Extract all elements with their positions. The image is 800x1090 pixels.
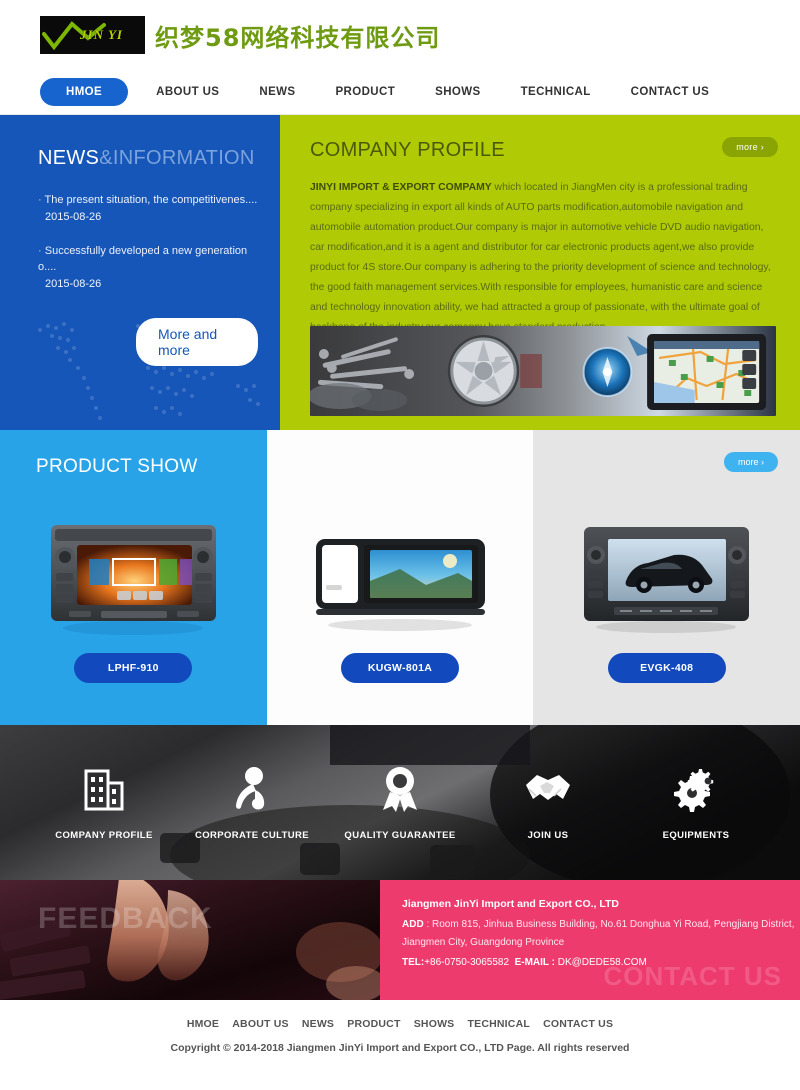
site-header: JIN YI 织梦58网络科技有限公司 [0,0,800,70]
nav-item-shows[interactable]: SHOWS [435,86,480,98]
footer-link-technical[interactable]: TECHNICAL [468,1018,530,1030]
footer-link-product[interactable]: PRODUCT [347,1018,400,1030]
keyboard-hand-photo [0,880,380,1000]
contact-company-name: Jiangmen JinYi Import and Export CO., LT… [402,898,620,910]
service-item-quality-guarantee[interactable]: QUALITY GUARANTEE [330,764,470,841]
contact-email-value[interactable]: DK@DEDE58.COM [558,957,647,968]
product-image [574,515,759,635]
product-image [308,515,493,635]
site-logo[interactable]: JIN YI 织梦58网络科技有限公司 [40,16,440,54]
nav-item-about-us[interactable]: ABOUT US [156,86,219,98]
product-card: KUGW-801A [266,430,534,725]
contact-panel: CONTACT US Jiangmen JinYi Import and Exp… [380,880,800,1000]
news-item-date: 2015-08-26 [45,278,102,290]
service-label: QUALITY GUARANTEE [344,830,456,841]
profile-banner-image [310,326,776,416]
footer-link-about-us[interactable]: ABOUT US [232,1018,288,1030]
contact-tel-email: TEL:+86-0750-3065582 E-MAIL : DK@DEDE58.… [402,957,800,968]
news-item-date: 2015-08-26 [45,211,102,223]
news-heading-main: NEWS [38,147,100,169]
service-item-join-us[interactable]: JOIN US [478,764,618,841]
service-item-corporate-culture[interactable]: CORPORATE CULTURE [182,764,322,841]
contact-tel-value: +86-0750-3065582 [424,957,510,968]
service-item-company-profile[interactable]: COMPANY PROFILE [34,764,174,841]
footer-copyright: Copyright © 2014-2018 Jiangmen JinYi Imp… [170,1042,630,1054]
page-root: JIN YI 织梦58网络科技有限公司 HMOE ABOUT US NEWS P… [0,0,800,1090]
product-name-button[interactable]: LPHF-910 [74,653,193,683]
auto-parts-banner-illustration [310,326,776,416]
profile-more-button[interactable]: more › [722,137,778,157]
news-panel: NEWS&INFORMATION The present situation, … [0,115,280,430]
contact-email-label: E-MAIL : [514,957,555,968]
nav-item-technical[interactable]: TECHNICAL [521,86,591,98]
handshake-icon [478,764,618,814]
car-dvd-unit-3-illustration [584,527,750,633]
news-item[interactable]: The present situation, the competitivene… [38,192,258,223]
news-and-profile-row: NEWS&INFORMATION The present situation, … [0,115,800,430]
company-profile-panel: COMPANY PROFILE more › JINYI IMPORT & EX… [280,115,800,430]
award-ribbon-icon [330,764,470,814]
footer-navigation: HMOE ABOUT US NEWS PRODUCT SHOWS TECHNIC… [0,1018,800,1030]
product-card: more › EVGK-408 [533,430,800,725]
contact-address-label: ADD [402,919,424,930]
footer-link-shows[interactable]: SHOWS [414,1018,455,1030]
profile-text: which located in JiangMen city is a prof… [310,182,771,333]
logo-text: JIN YI [80,27,123,42]
service-item-equipments[interactable]: EQUIPMENTS [626,764,766,841]
nav-item-contact-us[interactable]: CONTACT US [631,86,710,98]
site-footer: HMOE ABOUT US NEWS PRODUCT SHOWS TECHNIC… [0,1000,800,1090]
nav-item-hmoe[interactable]: HMOE [40,78,129,106]
gears-icon [626,764,766,814]
footer-link-contact-us[interactable]: CONTACT US [543,1018,613,1030]
news-item-title: The present situation, the competitivene… [38,192,258,208]
product-name-button[interactable]: KUGW-801A [341,653,459,683]
logo-mark: JIN YI [40,16,145,54]
feedback-panel: FEEDBACK [0,880,380,1000]
car-dvd-unit-2-illustration [315,539,485,631]
contact-tel-label: TEL: [402,957,425,968]
building-icon [34,764,174,814]
news-heading-sub: &INFORMATION [99,147,255,169]
news-item-title: Successfully developed a new generation … [38,243,258,275]
contact-address-value: : Room 815, Jinhua Business Building, No… [402,919,795,948]
service-label: EQUIPMENTS [662,830,730,841]
product-more-button[interactable]: more › [724,452,779,472]
microphone-person-icon [182,764,322,814]
product-card: PRODUCT SHOW LPHF-910 [0,430,267,725]
service-icons-row: COMPANY PROFILE CORPORATE CULTURE QUALIT… [0,725,800,880]
news-more-button[interactable]: More and more [136,318,258,366]
product-show-row: ‹ › PRODUCT SHOW [0,430,800,725]
product-show-heading: PRODUCT SHOW [36,456,198,477]
product-name-button[interactable]: EVGK-408 [607,653,726,683]
service-label: CORPORATE CULTURE [194,830,310,841]
feedback-watermark: FEEDBACK [38,902,213,935]
service-label: JOIN US [527,830,569,841]
nav-item-news[interactable]: NEWS [259,86,295,98]
footer-link-hmoe[interactable]: HMOE [187,1018,219,1030]
news-list: The present situation, the competitivene… [38,192,258,290]
main-navigation: HMOE ABOUT US NEWS PRODUCT SHOWS TECHNIC… [0,70,800,115]
profile-body: JINYI IMPORT & EXPORT COMPAMY which loca… [310,178,776,338]
news-item[interactable]: Successfully developed a new generation … [38,243,258,290]
footer-link-news[interactable]: NEWS [302,1018,334,1030]
logo-company-name-cn: 织梦58网络科技有限公司 [155,23,441,52]
service-label: COMPANY PROFILE [55,830,153,841]
profile-lead: JINYI IMPORT & EXPORT COMPAMY [310,182,492,193]
contact-address: ADD : Room 815, Jinhua Business Building… [402,916,800,952]
car-dvd-unit-1-illustration [50,525,216,635]
product-image [41,515,226,635]
contact-row: FEEDBACK CONTACT US Jiangmen JinYi Impor… [0,880,800,1000]
news-heading: NEWS&INFORMATION [38,147,258,170]
profile-heading: COMPANY PROFILE [310,139,505,161]
nav-item-product[interactable]: PRODUCT [335,86,395,98]
